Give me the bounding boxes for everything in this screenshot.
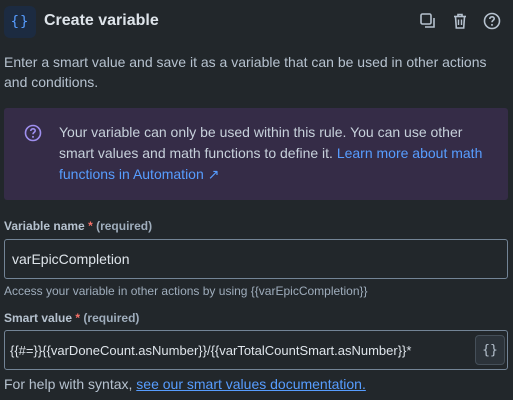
dialog-title: Create variable [44,12,159,29]
variable-name-label: Variable name * (required) [4,219,152,233]
smart-value-input[interactable]: {{#=}}{{varDoneCount.asNumber}}/{{varTot… [4,330,508,370]
delete-button[interactable] [450,11,470,31]
dialog-header: {} Create variable [0,0,513,44]
info-panel: Your variable can only be used within th… [4,108,508,200]
duplicate-icon [420,13,435,28]
required-star: * [75,311,81,325]
smart-value-label: Smart value * (required) [4,311,139,325]
smart-value-text: {{#=}}{{varDoneCount.asNumber}}/{{varTot… [10,343,412,358]
smart-value-label-text: Smart value [4,311,73,325]
smart-values-docs-link[interactable]: see our smart values documentation. [136,376,366,392]
variable-name-value: varEpicCompletion [12,251,130,267]
question-icon [24,124,42,142]
required-text: (required) [96,219,153,233]
insert-smart-value-button[interactable]: {} [475,335,505,365]
variable-name-helper: Access your variable in other actions by… [4,284,368,298]
braces-glyph: {} [10,14,30,30]
required-star: * [88,219,93,233]
required-text: (required) [83,311,140,325]
variable-name-input[interactable]: varEpicCompletion [4,239,508,279]
duplicate-button[interactable] [418,11,438,31]
info-text-block: Your variable can only be used within th… [59,122,489,185]
syntax-help-text: For help with syntax, [4,376,133,392]
syntax-help: For help with syntax, see our smart valu… [4,376,366,392]
help-button[interactable] [482,11,502,31]
help-icon [483,12,501,30]
dialog-description: Enter a smart value and save it as a var… [4,54,487,90]
braces-icon: {} [482,342,498,358]
variable-name-label-text: Variable name [4,219,85,233]
braces-icon: {} [4,6,36,38]
trash-icon [454,13,466,29]
